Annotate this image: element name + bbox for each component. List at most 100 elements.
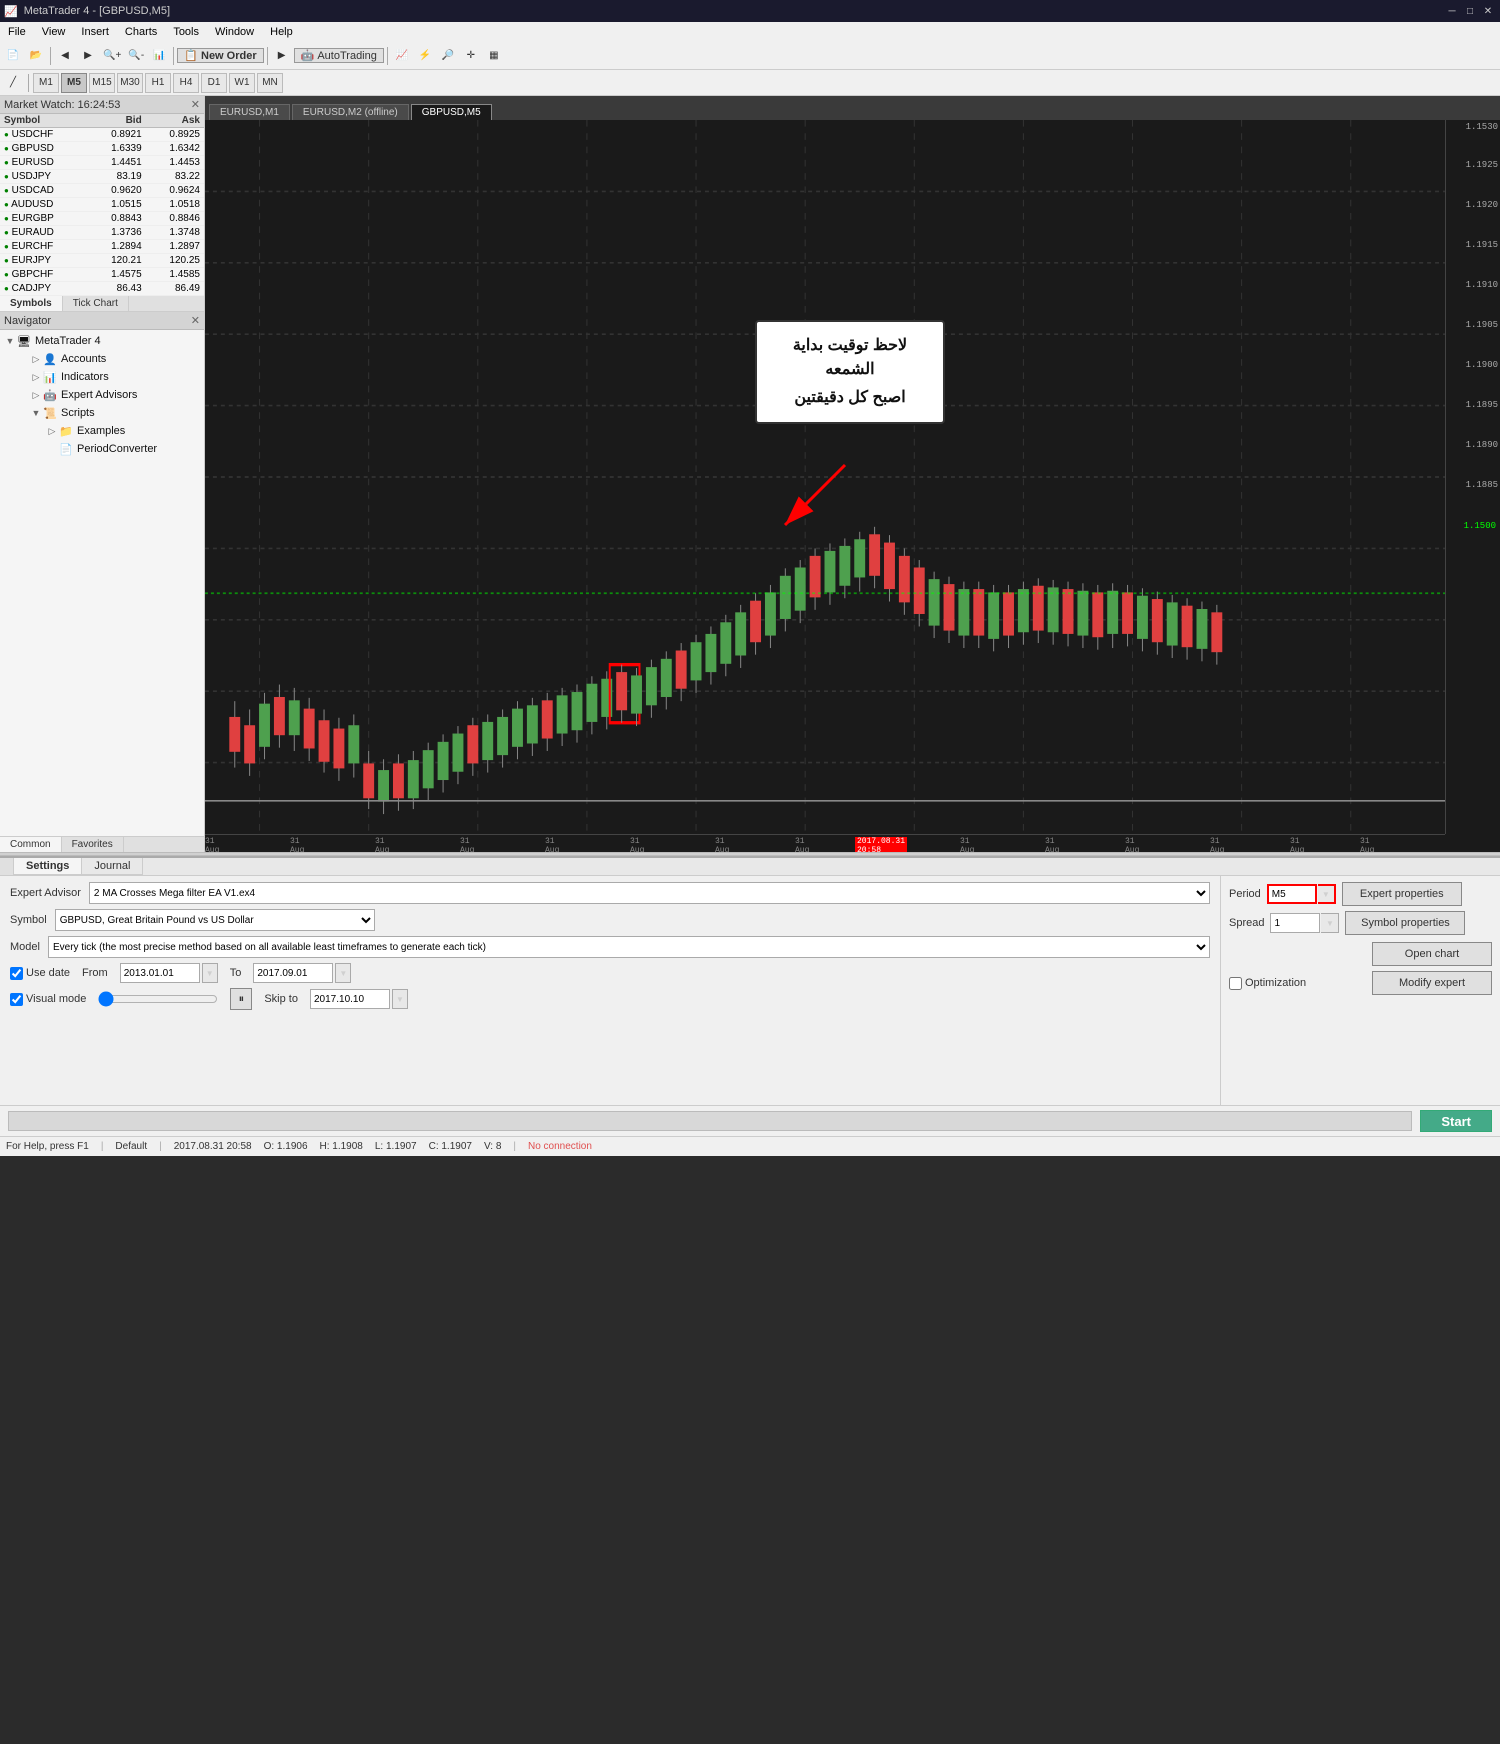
zoom-chart-btn[interactable]: 🔎 <box>437 45 459 67</box>
forward-btn[interactable]: ▶ <box>77 45 99 67</box>
market-watch-row[interactable]: ● USDCHF 0.8921 0.8925 <box>0 128 204 142</box>
tree-scripts[interactable]: ▼ 📜 Scripts <box>2 404 202 422</box>
to-date-input[interactable] <box>253 963 333 983</box>
tree-metatrader4[interactable]: ▼ 🖥 MetaTrader 4 <box>2 332 202 350</box>
expert-properties-button[interactable]: Expert properties <box>1342 882 1462 906</box>
new-order-button[interactable]: 📋 New Order <box>177 48 263 63</box>
col-ask: Ask <box>146 114 204 128</box>
skip-to-date-arrow[interactable]: ▼ <box>392 989 408 1009</box>
market-watch-row[interactable]: ● GBPUSD 1.6339 1.6342 <box>0 142 204 156</box>
spread-dropdown-arrow[interactable]: ▼ <box>1321 913 1339 933</box>
line-tool[interactable]: ╱ <box>2 72 24 94</box>
open-btn[interactable]: 📂 <box>25 45 47 67</box>
annotation-box: لاحظ توقيت بداية الشمعه اصبح كل دقيقتين <box>755 320 945 424</box>
market-watch-row[interactable]: ● USDJPY 83.19 83.22 <box>0 170 204 184</box>
autotrading-button[interactable]: 🤖 AutoTrading <box>294 48 384 63</box>
crosshair-btn[interactable]: ✛ <box>460 45 482 67</box>
zoom-out-btn[interactable]: 🔍- <box>125 45 147 67</box>
market-watch-row[interactable]: ● EURJPY 120.21 120.25 <box>0 254 204 268</box>
app-icon: 📈 <box>4 5 18 18</box>
timeframe-h4[interactable]: H4 <box>173 73 199 93</box>
period-sep-btn[interactable]: ⚡ <box>414 45 436 67</box>
timeframe-m30[interactable]: M30 <box>117 73 143 93</box>
modify-expert-button[interactable]: Modify expert <box>1372 971 1492 995</box>
market-watch-row[interactable]: ● GBPCHF 1.4575 1.4585 <box>0 268 204 282</box>
tab-tick-chart[interactable]: Tick Chart <box>63 296 129 311</box>
optimization-checkbox[interactable] <box>1229 977 1242 990</box>
strategy-tester-main: Expert Advisor 2 MA Crosses Mega filter … <box>0 876 1500 1105</box>
market-watch-row[interactable]: ● EURAUD 1.3736 1.3748 <box>0 226 204 240</box>
new-chart-btn[interactable]: 📄 <box>2 45 24 67</box>
autotrading-icon-btn[interactable]: ▶ <box>271 45 293 67</box>
menu-insert[interactable]: Insert <box>73 22 117 42</box>
spread-input[interactable] <box>1270 913 1320 933</box>
from-date-wrap: ▼ <box>120 963 218 983</box>
market-watch-row[interactable]: ● CADJPY 86.43 86.49 <box>0 282 204 296</box>
from-date-input[interactable] <box>120 963 200 983</box>
tab-favorites[interactable]: Favorites <box>62 837 124 852</box>
use-date-checkbox[interactable] <box>10 967 23 980</box>
grid-btn[interactable]: ▦ <box>483 45 505 67</box>
expand-expert-advisors: ▷ <box>30 390 42 401</box>
menu-window[interactable]: Window <box>207 22 262 42</box>
open-chart-button[interactable]: Open chart <box>1372 942 1492 966</box>
tree-accounts[interactable]: ▷ 👤 Accounts <box>2 350 202 368</box>
period-input[interactable] <box>1267 884 1317 904</box>
menu-view[interactable]: View <box>34 22 74 42</box>
timeframe-m5[interactable]: M5 <box>61 73 87 93</box>
from-label: From <box>82 967 108 979</box>
tree-expert-advisors[interactable]: ▷ 🤖 Expert Advisors <box>2 386 202 404</box>
speed-slider[interactable] <box>98 991 218 1007</box>
pause-button[interactable]: ⏸ <box>230 988 252 1010</box>
chart-tab-eurusd-m1[interactable]: EURUSD,M1 <box>209 104 290 120</box>
symbol-dropdown[interactable]: GBPUSD, Great Britain Pound vs US Dollar <box>55 909 375 931</box>
chart-type-btn[interactable]: 📊 <box>148 45 170 67</box>
close-button[interactable]: ✕ <box>1480 3 1496 19</box>
start-button[interactable]: Start <box>1420 1110 1492 1132</box>
visual-mode-checkbox[interactable] <box>10 993 23 1006</box>
menu-help[interactable]: Help <box>262 22 301 42</box>
timeframe-m15[interactable]: M15 <box>89 73 115 93</box>
timeframe-w1[interactable]: W1 <box>229 73 255 93</box>
zoom-in-btn[interactable]: 🔍+ <box>100 45 124 67</box>
skip-to-date-input[interactable] <box>310 989 390 1009</box>
ea-dropdown[interactable]: 2 MA Crosses Mega filter EA V1.ex4 <box>89 882 1210 904</box>
navigator-tree: ▼ 🖥 MetaTrader 4 ▷ 👤 Accounts ▷ 📊 Indica… <box>0 330 204 836</box>
timeframe-mn[interactable]: MN <box>257 73 283 93</box>
from-date-arrow[interactable]: ▼ <box>202 963 218 983</box>
symbol-properties-button[interactable]: Symbol properties <box>1345 911 1465 935</box>
indicators-btn[interactable]: 📈 <box>391 45 413 67</box>
menu-charts[interactable]: Charts <box>117 22 165 42</box>
tab-common[interactable]: Common <box>0 837 62 852</box>
back-btn[interactable]: ◀ <box>54 45 76 67</box>
tree-indicators[interactable]: ▷ 📊 Indicators <box>2 368 202 386</box>
tree-periodconverter[interactable]: 📄 PeriodConverter <box>2 440 202 458</box>
market-watch-row[interactable]: ● USDCAD 0.9620 0.9624 <box>0 184 204 198</box>
market-watch-row[interactable]: ● EURCHF 1.2894 1.2897 <box>0 240 204 254</box>
model-dropdown[interactable]: Every tick (the most precise method base… <box>48 936 1210 958</box>
minimize-button[interactable]: ─ <box>1444 3 1460 19</box>
market-watch-close[interactable]: ✕ <box>191 98 200 111</box>
menu-file[interactable]: File <box>0 22 34 42</box>
annotation-line2: اصبح كل دقيقتين <box>773 386 927 410</box>
tree-examples[interactable]: ▷ 📁 Examples <box>2 422 202 440</box>
chart-tab-gbpusd-m5[interactable]: GBPUSD,M5 <box>411 104 492 120</box>
market-watch-row[interactable]: ● EURGBP 0.8843 0.8846 <box>0 212 204 226</box>
chart-tab-eurusd-m2[interactable]: EURUSD,M2 (offline) <box>292 104 409 120</box>
timeframe-h1[interactable]: H1 <box>145 73 171 93</box>
maximize-button[interactable]: □ <box>1462 3 1478 19</box>
market-watch-row[interactable]: ● AUDUSD 1.0515 1.0518 <box>0 198 204 212</box>
market-watch-row[interactable]: ● EURUSD 1.4451 1.4453 <box>0 156 204 170</box>
period-dropdown-arrow[interactable]: ▼ <box>1318 884 1336 904</box>
expand-metatrader4: ▼ <box>4 336 16 346</box>
menu-tools[interactable]: Tools <box>165 22 207 42</box>
timeframe-m1[interactable]: M1 <box>33 73 59 93</box>
market-watch: Market Watch: 16:24:53 ✕ Symbol Bid Ask … <box>0 96 204 296</box>
examples-icon: 📁 <box>58 423 74 439</box>
timeframe-d1[interactable]: D1 <box>201 73 227 93</box>
navigator-close[interactable]: ✕ <box>191 314 200 327</box>
use-date-text: Use date <box>26 967 70 979</box>
col-symbol: Symbol <box>0 114 87 128</box>
tab-symbols[interactable]: Symbols <box>0 296 63 311</box>
to-date-arrow[interactable]: ▼ <box>335 963 351 983</box>
